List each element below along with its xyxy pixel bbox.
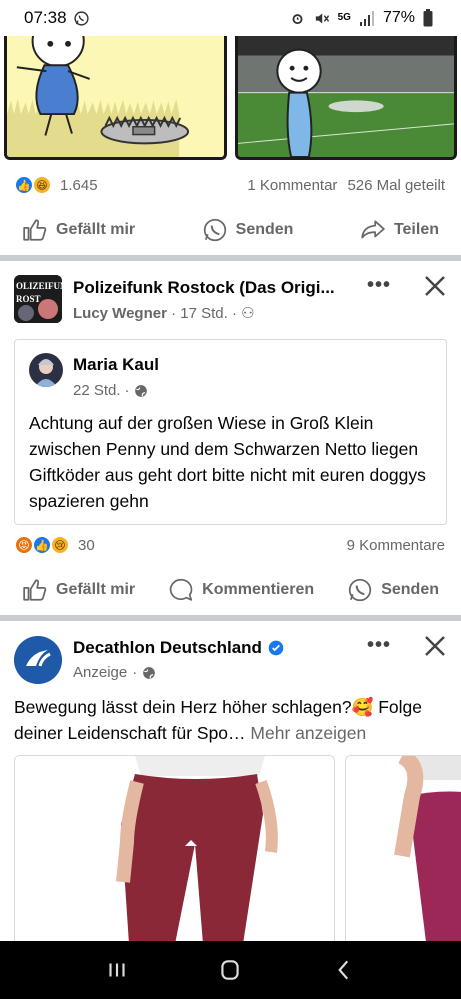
comment-icon: [169, 578, 193, 601]
angry-reaction-icon: 😡: [14, 535, 34, 555]
network-type: 5G: [337, 12, 351, 23]
post-image-strip[interactable]: [0, 36, 461, 160]
post3-sponsored-label[interactable]: Anzeige: [73, 664, 127, 681]
dot-separator: ·: [132, 664, 138, 681]
haha-reaction-icon: 😆: [32, 175, 52, 195]
post3-subline: Anzeige ·: [73, 664, 156, 681]
post2-page-name[interactable]: Polizeifunk Rostock (Das Origi...: [73, 278, 335, 298]
group-icon: ⚇: [241, 305, 255, 322]
post1-comment-count[interactable]: 1 Kommentar: [247, 177, 337, 194]
globe-icon: [143, 666, 156, 679]
post3-more-button[interactable]: •••: [367, 634, 391, 657]
like-reaction-icon: 👍: [32, 535, 52, 555]
post1-reactions[interactable]: 👍 😆 1.645: [14, 175, 98, 195]
svg-text:ROST: ROST: [16, 294, 41, 304]
mute-icon: [315, 13, 329, 23]
post2-comment-count[interactable]: 9 Kommentare: [347, 537, 445, 554]
globe-icon: [134, 384, 147, 397]
post2-more-button[interactable]: •••: [367, 274, 391, 297]
like-reaction-icon: 👍: [14, 175, 34, 195]
post2-author[interactable]: Lucy Wegner: [73, 305, 167, 322]
battery-percent: 77%: [382, 9, 415, 26]
shared-post-meta: 22 Std. ·: [73, 382, 148, 399]
post3-see-more-link[interactable]: Mehr anzeigen: [250, 723, 366, 743]
post2-send-label: Senden: [381, 581, 439, 598]
more-icon: •••: [366, 274, 391, 296]
post1-stats: 👍 😆 1.645 1 Kommentar 526 Mal geteilt: [0, 170, 461, 200]
battery-icon: [423, 9, 433, 27]
post1-share-label: Teilen: [393, 221, 439, 238]
post1-share-button[interactable]: Teilen: [360, 217, 439, 243]
post2-subline: Lucy Wegner · 17 Std. · ⚇: [73, 304, 255, 322]
android-nav-bar: [0, 941, 461, 999]
whatsapp-send-icon: [349, 578, 372, 602]
post1-actions: Gefällt mir Senden Teilen: [0, 205, 461, 255]
product-image-leggings: [15, 756, 334, 941]
more-icon: •••: [366, 634, 391, 656]
post3-close-button[interactable]: [423, 634, 447, 658]
post2-reactions[interactable]: 😡 👍 😢 30: [14, 535, 95, 555]
back-icon[interactable]: [331, 957, 357, 983]
post1-like-label: Gefällt mir: [56, 221, 136, 238]
post1-like-button[interactable]: Gefällt mir: [22, 217, 135, 243]
post2-time[interactable]: 17 Std.: [180, 305, 228, 322]
post2-comment-button[interactable]: Kommentieren: [168, 577, 314, 603]
home-icon[interactable]: [217, 957, 243, 983]
post2-close-button[interactable]: [423, 274, 447, 298]
post1-send-label: Senden: [235, 221, 294, 238]
whatsapp-send-icon: [203, 218, 226, 242]
post1-reaction-count: 1.645: [60, 176, 98, 194]
signal-icon: [359, 10, 374, 26]
comic-image-right[interactable]: [234, 36, 457, 160]
post2-like-button[interactable]: Gefällt mir: [22, 577, 135, 603]
shared-author-name[interactable]: Maria Kaul: [73, 355, 159, 375]
shared-post-time[interactable]: 22 Std.: [73, 382, 121, 399]
post1-send-button[interactable]: Senden: [202, 217, 294, 243]
post2-send-button[interactable]: Senden: [347, 577, 439, 603]
sad-reaction-icon: 😢: [50, 535, 70, 555]
post-separator: [0, 615, 461, 621]
status-bar: 07:38 5G 77%: [0, 0, 461, 36]
post3-page-name[interactable]: Decathlon Deutschland: [73, 638, 262, 658]
dot-separator: ·: [231, 305, 242, 322]
like-icon: [23, 219, 47, 241]
shared-post[interactable]: Maria Kaul 22 Std. · Achtung auf der gro…: [14, 339, 447, 525]
ad-carousel-card[interactable]: [345, 755, 461, 941]
dot-separator: ·: [171, 305, 181, 322]
ad-carousel-card[interactable]: [14, 755, 335, 941]
page-avatar-decathlon[interactable]: [14, 636, 62, 684]
alarm-icon: [292, 13, 303, 24]
svg-text:OLIZEIFUN: OLIZEIFUN: [16, 281, 62, 291]
product-image-leggings: [346, 756, 461, 941]
status-time: 07:38: [24, 8, 67, 27]
post-separator: [0, 255, 461, 261]
page-avatar-polizeifunk[interactable]: OLIZEIFUN ROST: [14, 275, 62, 323]
share-icon: [361, 220, 385, 239]
post3-text: Bewegung lässt dein Herz höher schlagen?…: [14, 694, 454, 746]
post3-header-title: Decathlon Deutschland: [73, 638, 284, 658]
whatsapp-icon: [73, 10, 89, 26]
dot-separator: ·: [124, 382, 130, 399]
recent-apps-icon[interactable]: [104, 957, 130, 983]
verified-icon: [268, 640, 284, 656]
post2-like-label: Gefällt mir: [56, 581, 136, 598]
like-icon: [23, 579, 47, 601]
post2-stats: 😡 👍 😢 30 9 Kommentare: [0, 530, 461, 560]
post1-share-count[interactable]: 526 Mal geteilt: [347, 177, 445, 194]
post2-comment-label: Kommentieren: [202, 581, 315, 598]
comic-image-left[interactable]: [4, 36, 227, 160]
shared-post-text: Achtung auf der großen Wiese in Groß Kle…: [29, 413, 426, 511]
shared-author-avatar[interactable]: [29, 353, 63, 387]
post2-actions: Gefällt mir Kommentieren Senden: [0, 565, 461, 615]
post2-reaction-count: 30: [78, 536, 95, 554]
